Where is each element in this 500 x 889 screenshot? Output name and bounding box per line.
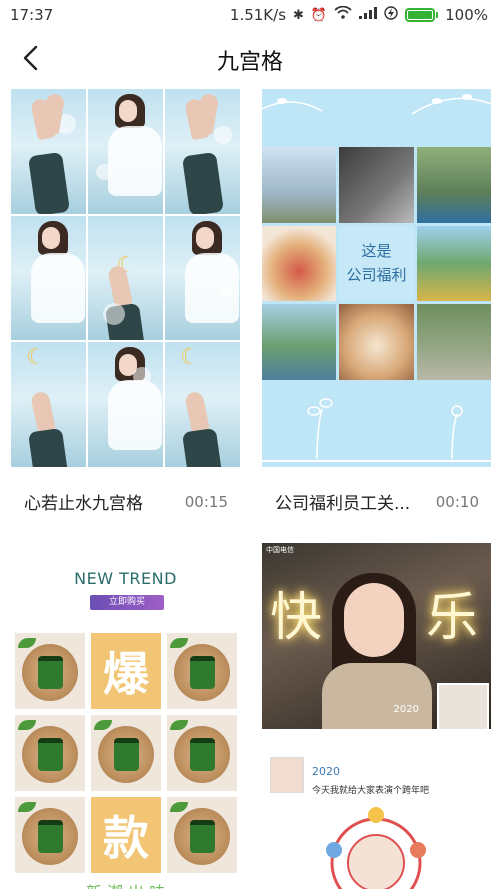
glow-char: 快 [270, 588, 323, 648]
wreath-decoration [326, 807, 426, 889]
template-card-2[interactable]: 这是 公司福利 公司福利员工关... 00:10 [262, 89, 491, 529]
vine-decoration [262, 94, 491, 115]
charging-icon [384, 6, 398, 24]
welfare-center-text: 这是 公司福利 [346, 242, 407, 285]
app-header: 九宫格 [0, 30, 500, 86]
card-title: 公司福利员工关... [275, 494, 411, 514]
template-thumbnail[interactable]: ☾ ☾ ☾ [11, 89, 240, 467]
trend-footer: 新·潮·出·味 [11, 879, 240, 889]
card-duration: 00:10 [435, 492, 479, 511]
card-title: 心若止水九宫格 [24, 494, 143, 514]
template-thumbnail[interactable]: NEW TREND 立即购买 爆 款 新·潮·出·味 [11, 543, 240, 889]
battery-fill [408, 11, 433, 19]
template-thumbnail[interactable]: 中国电信 快 乐 2020 2020 今天我就给大家表演个跨年吧 [262, 543, 491, 889]
card-duration: 00:15 [184, 492, 228, 511]
alarm-icon: ⏰ [310, 7, 328, 23]
trend-big-char: 款 [103, 811, 149, 865]
status-time: 17:37 [10, 6, 54, 24]
photo-year: 2020 [393, 704, 419, 715]
trend-big-char: 爆 [103, 647, 149, 701]
wifi-icon [334, 5, 352, 24]
buy-now-button: 立即购买 [90, 595, 164, 610]
trend-title: NEW TREND [74, 569, 177, 588]
post-year: 2020 [312, 765, 340, 778]
post-row: 2020 今天我就给大家表演个跨年吧 [270, 745, 485, 796]
moon-icon: ☾ [26, 344, 46, 370]
bluetooth-icon: ✱ [293, 7, 304, 23]
template-card-1[interactable]: ☾ ☾ ☾ 心若止水九宫格 00:15 [11, 89, 240, 529]
status-icons: 1.51K/s ✱ ⏰ 100% [229, 5, 488, 24]
signal-icon [359, 7, 378, 23]
new-year-photo: 中国电信 快 乐 2020 [262, 543, 491, 729]
photo-carrier: 中国电信 [266, 546, 294, 554]
template-card-4[interactable]: 中国电信 快 乐 2020 2020 今天我就给大家表演个跨年吧 [262, 543, 491, 889]
photo-status-bar: 中国电信 [266, 545, 487, 555]
battery-icon [405, 8, 439, 22]
card-meta: 心若止水九宫格 00:15 [11, 489, 240, 515]
network-speed: 1.51K/s [229, 6, 287, 24]
avatar [270, 757, 304, 793]
battery-percent: 100% [445, 6, 488, 24]
inset-photo [437, 683, 489, 729]
template-thumbnail[interactable]: 这是 公司福利 [262, 89, 491, 467]
template-card-3[interactable]: NEW TREND 立即购买 爆 款 新·潮·出·味 [11, 543, 240, 889]
welfare-center-tile: 这是 公司福利 [339, 225, 414, 302]
page-title: 九宫格 [216, 50, 283, 75]
vine-decoration [262, 398, 491, 462]
post-text: 今天我就给大家表演个跨年吧 [312, 786, 430, 796]
card-meta: 公司福利员工关... 00:10 [262, 489, 491, 515]
status-bar: 17:37 1.51K/s ✱ ⏰ 100% [0, 0, 500, 30]
moon-icon: ☾ [180, 344, 200, 370]
glow-char: 乐 [426, 588, 479, 648]
